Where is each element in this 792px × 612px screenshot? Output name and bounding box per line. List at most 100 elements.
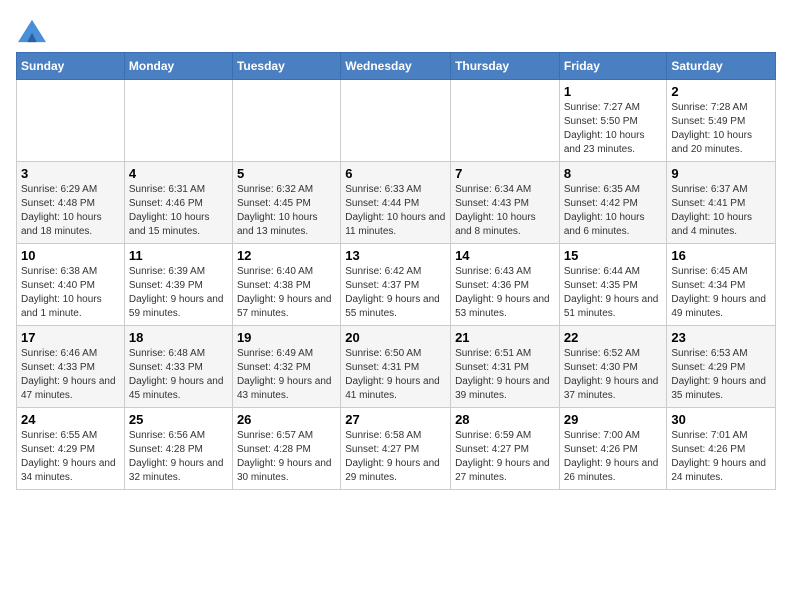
- day-info: Sunrise: 6:55 AM Sunset: 4:29 PM Dayligh…: [21, 429, 120, 485]
- calendar-cell: 20 Sunrise: 6:50 AM Sunset: 4:31 PM Dayli…: [341, 326, 451, 408]
- day-info: Sunrise: 6:58 AM Sunset: 4:27 PM Dayligh…: [345, 429, 446, 485]
- day-number: 17: [21, 330, 120, 345]
- day-number: 3: [21, 166, 120, 181]
- calendar-cell: 14Sunrise: 6:43 AM Sunset: 4:36 PM Dayli…: [451, 244, 560, 326]
- calendar-cell: 27 Sunrise: 6:58 AM Sunset: 4:27 PM Dayli…: [341, 408, 451, 490]
- calendar-cell: 11 Sunrise: 6:39 AM Sunset: 4:39 PM Dayli…: [124, 244, 232, 326]
- day-info: Sunrise: 6:39 AM Sunset: 4:39 PM Dayligh…: [129, 265, 228, 321]
- day-info: Sunrise: 7:27 AM Sunset: 5:50 PM Dayligh…: [564, 101, 663, 157]
- day-number: 5: [237, 166, 336, 181]
- calendar-cell: 10 Sunrise: 6:38 AM Sunset: 4:40 PM Dayli…: [17, 244, 125, 326]
- day-info: Sunrise: 6:53 AM Sunset: 4:29 PM Dayligh…: [671, 347, 771, 403]
- calendar-cell: 24 Sunrise: 6:55 AM Sunset: 4:29 PM Dayli…: [17, 408, 125, 490]
- day-number: 25: [129, 412, 228, 427]
- weekday-header-sunday: Sunday: [17, 53, 125, 80]
- day-number: 1: [564, 84, 663, 99]
- calendar-cell: 25 Sunrise: 6:56 AM Sunset: 4:28 PM Dayli…: [124, 408, 232, 490]
- weekday-header-saturday: Saturday: [667, 53, 776, 80]
- day-info: Sunrise: 6:44 AM Sunset: 4:35 PM Dayligh…: [564, 265, 663, 321]
- day-number: 12: [237, 248, 336, 263]
- day-number: 29: [564, 412, 663, 427]
- calendar-week-row: 24 Sunrise: 6:55 AM Sunset: 4:29 PM Dayli…: [17, 408, 776, 490]
- logo-icon: [18, 16, 46, 44]
- day-number: 28: [455, 412, 555, 427]
- calendar-cell: 16 Sunrise: 6:45 AM Sunset: 4:34 PM Dayli…: [667, 244, 776, 326]
- calendar-cell: [232, 80, 340, 162]
- day-info: Sunrise: 6:59 AM Sunset: 4:27 PM Dayligh…: [455, 429, 555, 485]
- day-info: Sunrise: 6:33 AM Sunset: 4:44 PM Dayligh…: [345, 183, 446, 239]
- day-number: 24: [21, 412, 120, 427]
- calendar-cell: 17Sunrise: 6:46 AM Sunset: 4:33 PM Dayli…: [17, 326, 125, 408]
- calendar-week-row: 1 Sunrise: 7:27 AM Sunset: 5:50 PM Daylig…: [17, 80, 776, 162]
- day-number: 7: [455, 166, 555, 181]
- calendar-cell: 15 Sunrise: 6:44 AM Sunset: 4:35 PM Dayli…: [559, 244, 667, 326]
- calendar-cell: 29Sunrise: 7:00 AM Sunset: 4:26 PM Dayli…: [559, 408, 667, 490]
- day-info: Sunrise: 6:45 AM Sunset: 4:34 PM Dayligh…: [671, 265, 771, 321]
- day-number: 22: [564, 330, 663, 345]
- calendar-cell: 13Sunrise: 6:42 AM Sunset: 4:37 PM Dayli…: [341, 244, 451, 326]
- calendar-cell: 7 Sunrise: 6:34 AM Sunset: 4:43 PM Daylig…: [451, 162, 560, 244]
- day-info: Sunrise: 6:29 AM Sunset: 4:48 PM Dayligh…: [21, 183, 120, 239]
- day-number: 30: [671, 412, 771, 427]
- day-info: Sunrise: 6:34 AM Sunset: 4:43 PM Dayligh…: [455, 183, 555, 239]
- day-number: 23: [671, 330, 771, 345]
- day-info: Sunrise: 7:28 AM Sunset: 5:49 PM Dayligh…: [671, 101, 771, 157]
- day-number: 4: [129, 166, 228, 181]
- calendar-week-row: 10 Sunrise: 6:38 AM Sunset: 4:40 PM Dayli…: [17, 244, 776, 326]
- day-number: 26: [237, 412, 336, 427]
- calendar-cell: 8Sunrise: 6:35 AM Sunset: 4:42 PM Daylig…: [559, 162, 667, 244]
- calendar-cell: [451, 80, 560, 162]
- calendar-cell: 5 Sunrise: 6:32 AM Sunset: 4:45 PM Daylig…: [232, 162, 340, 244]
- day-number: 9: [671, 166, 771, 181]
- day-info: Sunrise: 6:37 AM Sunset: 4:41 PM Dayligh…: [671, 183, 771, 239]
- calendar-cell: [341, 80, 451, 162]
- day-info: Sunrise: 6:48 AM Sunset: 4:33 PM Dayligh…: [129, 347, 228, 403]
- day-info: Sunrise: 6:32 AM Sunset: 4:45 PM Dayligh…: [237, 183, 336, 239]
- day-number: 16: [671, 248, 771, 263]
- calendar-cell: [124, 80, 232, 162]
- day-info: Sunrise: 7:01 AM Sunset: 4:26 PM Dayligh…: [671, 429, 771, 485]
- calendar-cell: [17, 80, 125, 162]
- calendar-cell: 21 Sunrise: 6:51 AM Sunset: 4:31 PM Dayli…: [451, 326, 560, 408]
- calendar-cell: 22 Sunrise: 6:52 AM Sunset: 4:30 PM Dayli…: [559, 326, 667, 408]
- logo: [16, 20, 46, 44]
- calendar-cell: 12 Sunrise: 6:40 AM Sunset: 4:38 PM Dayli…: [232, 244, 340, 326]
- day-info: Sunrise: 6:50 AM Sunset: 4:31 PM Dayligh…: [345, 347, 446, 403]
- calendar-cell: 3 Sunrise: 6:29 AM Sunset: 4:48 PM Daylig…: [17, 162, 125, 244]
- day-number: 2: [671, 84, 771, 99]
- day-number: 27: [345, 412, 446, 427]
- day-number: 20: [345, 330, 446, 345]
- day-number: 21: [455, 330, 555, 345]
- calendar-cell: 26 Sunrise: 6:57 AM Sunset: 4:28 PM Dayli…: [232, 408, 340, 490]
- calendar-cell: 1 Sunrise: 7:27 AM Sunset: 5:50 PM Daylig…: [559, 80, 667, 162]
- day-info: Sunrise: 6:40 AM Sunset: 4:38 PM Dayligh…: [237, 265, 336, 321]
- weekday-header-wednesday: Wednesday: [341, 53, 451, 80]
- day-info: Sunrise: 6:49 AM Sunset: 4:32 PM Dayligh…: [237, 347, 336, 403]
- weekday-header-tuesday: Tuesday: [232, 53, 340, 80]
- weekday-header-monday: Monday: [124, 53, 232, 80]
- day-number: 13: [345, 248, 446, 263]
- day-number: 8: [564, 166, 663, 181]
- calendar-cell: 28 Sunrise: 6:59 AM Sunset: 4:27 PM Dayli…: [451, 408, 560, 490]
- day-info: Sunrise: 6:56 AM Sunset: 4:28 PM Dayligh…: [129, 429, 228, 485]
- calendar-cell: 18Sunrise: 6:48 AM Sunset: 4:33 PM Dayli…: [124, 326, 232, 408]
- day-info: Sunrise: 6:38 AM Sunset: 4:40 PM Dayligh…: [21, 265, 120, 321]
- weekday-header-friday: Friday: [559, 53, 667, 80]
- calendar-header: SundayMondayTuesdayWednesdayThursdayFrid…: [17, 53, 776, 80]
- header: [16, 16, 776, 44]
- day-number: 10: [21, 248, 120, 263]
- day-number: 11: [129, 248, 228, 263]
- day-number: 19: [237, 330, 336, 345]
- day-number: 6: [345, 166, 446, 181]
- day-number: 15: [564, 248, 663, 263]
- day-info: Sunrise: 6:57 AM Sunset: 4:28 PM Dayligh…: [237, 429, 336, 485]
- day-info: Sunrise: 6:52 AM Sunset: 4:30 PM Dayligh…: [564, 347, 663, 403]
- calendar-cell: 30 Sunrise: 7:01 AM Sunset: 4:26 PM Dayli…: [667, 408, 776, 490]
- day-info: Sunrise: 6:51 AM Sunset: 4:31 PM Dayligh…: [455, 347, 555, 403]
- calendar-cell: 4 Sunrise: 6:31 AM Sunset: 4:46 PM Daylig…: [124, 162, 232, 244]
- calendar-body: 1 Sunrise: 7:27 AM Sunset: 5:50 PM Daylig…: [17, 80, 776, 490]
- calendar-table: SundayMondayTuesdayWednesdayThursdayFrid…: [16, 52, 776, 490]
- day-info: Sunrise: 6:31 AM Sunset: 4:46 PM Dayligh…: [129, 183, 228, 239]
- calendar-cell: 23 Sunrise: 6:53 AM Sunset: 4:29 PM Dayli…: [667, 326, 776, 408]
- weekday-header-thursday: Thursday: [451, 53, 560, 80]
